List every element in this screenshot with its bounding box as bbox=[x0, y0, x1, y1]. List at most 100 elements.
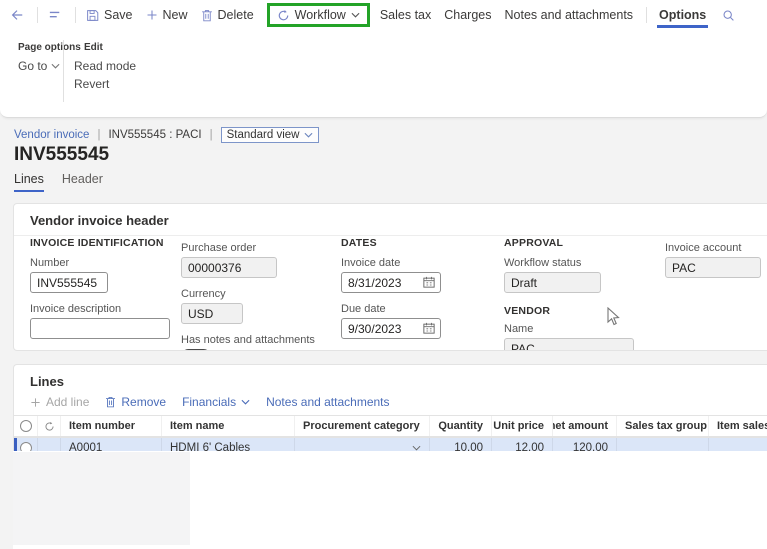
lines-menu-icon bbox=[49, 11, 60, 18]
invoice-identification-column: INVOICE IDENTIFICATION Number Invoice de… bbox=[30, 237, 170, 339]
has-notes-toggle[interactable] bbox=[181, 349, 211, 350]
number-input[interactable] bbox=[30, 272, 108, 293]
col-header-line-net-amount[interactable]: Line net amount bbox=[553, 416, 617, 436]
invoice-account-column: Invoice account bbox=[665, 242, 761, 278]
tab-header[interactable]: Header bbox=[62, 172, 103, 192]
vendor-name-field bbox=[504, 338, 634, 350]
page-title: INV555545 bbox=[14, 144, 110, 165]
bottom-left-panel bbox=[13, 452, 190, 545]
invoice-date-label: Invoice date bbox=[341, 257, 401, 269]
lines-grid-header-row: Item number Item name Procurement catego… bbox=[14, 415, 767, 437]
remove-line-button[interactable]: Remove bbox=[105, 395, 166, 409]
cell-line-net-amount[interactable]: 120.00 bbox=[553, 438, 617, 452]
toolbar-divider bbox=[75, 7, 76, 23]
go-to-menu-button[interactable]: Go to bbox=[18, 59, 81, 73]
approval-vendor-column: APPROVAL Workflow status VENDOR Name bbox=[504, 237, 634, 350]
line-notes-attachments-label: Notes and attachments bbox=[266, 395, 390, 409]
number-label: Number bbox=[30, 257, 70, 269]
refresh-column-header[interactable] bbox=[38, 416, 61, 436]
select-all-circle-icon bbox=[19, 420, 32, 432]
trash-icon bbox=[201, 9, 212, 21]
chevron-down-icon bbox=[351, 12, 360, 18]
lines-grid-toolbar: Add line Remove Financials Notes and att… bbox=[14, 391, 767, 415]
new-button[interactable]: New bbox=[146, 8, 188, 22]
cell-sales-tax-group[interactable] bbox=[617, 438, 709, 452]
breadcrumb: Vendor invoice | INV555545 : PACI | Stan… bbox=[14, 127, 320, 143]
view-selector-dropdown[interactable]: Standard view bbox=[220, 127, 320, 143]
add-line-button[interactable]: Add line bbox=[30, 395, 89, 409]
view-selector-label: Standard view bbox=[226, 129, 300, 141]
table-row[interactable]: A0001 HDMI 6' Cables 10.00 12.00 120.00 bbox=[14, 437, 767, 452]
edit-group: Edit Read mode Revert bbox=[74, 42, 136, 91]
delete-button[interactable]: Delete bbox=[201, 8, 254, 22]
notes-attachments-button[interactable]: Notes and attachments bbox=[505, 8, 634, 22]
cell-item-name[interactable]: HDMI 6' Cables bbox=[162, 438, 295, 452]
add-line-label: Add line bbox=[46, 395, 90, 409]
col-header-unit-price[interactable]: Unit price bbox=[492, 416, 553, 436]
save-icon bbox=[87, 9, 99, 21]
revert-button[interactable]: Revert bbox=[74, 77, 136, 91]
col-header-quantity[interactable]: Quantity bbox=[430, 416, 492, 436]
invoice-identification-group-title: INVOICE IDENTIFICATION bbox=[30, 237, 164, 249]
workflow-status-label: Workflow status bbox=[504, 257, 582, 269]
tab-lines[interactable]: Lines bbox=[14, 172, 44, 192]
col-header-item-number[interactable]: Item number bbox=[61, 416, 162, 436]
select-all-column-header[interactable] bbox=[14, 416, 38, 436]
options-tab[interactable]: Options bbox=[657, 3, 709, 28]
invoice-account-label: Invoice account bbox=[665, 242, 742, 254]
search-icon bbox=[723, 10, 735, 21]
expand-action-pane-button[interactable] bbox=[48, 9, 62, 21]
approval-group-title: APPROVAL bbox=[504, 237, 564, 249]
edit-group-title: Edit bbox=[84, 42, 103, 53]
col-header-item-sales-tax-group[interactable]: Item sales tax group bbox=[709, 416, 767, 436]
calendar-icon[interactable] bbox=[423, 322, 435, 334]
plus-icon bbox=[147, 10, 156, 20]
toolbar-divider bbox=[37, 7, 38, 23]
breadcrumb-vendor-invoice-link[interactable]: Vendor invoice bbox=[14, 129, 89, 141]
search-button[interactable] bbox=[722, 9, 735, 22]
has-notes-label: Has notes and attachments bbox=[181, 334, 315, 346]
refresh-icon bbox=[44, 421, 54, 431]
currency-field bbox=[181, 303, 243, 324]
chevron-down-icon bbox=[51, 63, 60, 69]
cell-item-sales-tax-group[interactable] bbox=[709, 438, 767, 452]
mouse-cursor bbox=[607, 307, 620, 326]
invoice-account-field bbox=[665, 257, 761, 278]
sales-tax-button[interactable]: Sales tax bbox=[380, 8, 431, 22]
purchase-order-field bbox=[181, 257, 277, 278]
due-date-label: Due date bbox=[341, 303, 386, 315]
col-header-sales-tax-group[interactable]: Sales tax group bbox=[617, 416, 709, 436]
col-header-item-name[interactable]: Item name bbox=[162, 416, 295, 436]
save-button[interactable]: Save bbox=[86, 8, 133, 22]
financials-menu-button[interactable]: Financials bbox=[182, 395, 250, 409]
breadcrumb-separator: | bbox=[97, 129, 101, 141]
line-notes-attachments-button[interactable]: Notes and attachments bbox=[266, 395, 389, 409]
chevron-down-icon bbox=[241, 399, 250, 405]
save-label: Save bbox=[104, 8, 133, 22]
breadcrumb-separator: | bbox=[209, 129, 213, 141]
charges-label: Charges bbox=[444, 8, 492, 22]
read-mode-button[interactable]: Read mode bbox=[74, 59, 136, 73]
delete-label: Delete bbox=[217, 8, 254, 22]
page-options-group-title: Page options bbox=[18, 42, 81, 53]
currency-label: Currency bbox=[181, 288, 226, 300]
cell-item-number[interactable]: A0001 bbox=[61, 438, 162, 452]
workflow-label: Workflow bbox=[294, 8, 346, 22]
record-tabs: Lines Header bbox=[14, 172, 103, 192]
invoice-description-input[interactable] bbox=[30, 318, 170, 339]
back-button[interactable] bbox=[10, 8, 24, 22]
purchase-column: Purchase order Currency Has notes and at… bbox=[181, 242, 315, 350]
col-header-procurement-category[interactable]: Procurement category bbox=[295, 416, 430, 436]
row-select-cell[interactable] bbox=[14, 438, 38, 452]
dates-group-title: DATES bbox=[341, 237, 377, 249]
cell-quantity[interactable]: 10.00 bbox=[430, 438, 492, 452]
cell-unit-price[interactable]: 12.00 bbox=[492, 438, 553, 452]
notes-attachments-label: Notes and attachments bbox=[504, 8, 634, 22]
charges-button[interactable]: Charges bbox=[444, 8, 491, 22]
sales-tax-label: Sales tax bbox=[379, 8, 432, 22]
calendar-icon[interactable] bbox=[423, 276, 435, 288]
ribbon-group-divider bbox=[63, 40, 64, 102]
workflow-button[interactable]: Workflow bbox=[266, 3, 370, 27]
cell-procurement-category[interactable] bbox=[295, 438, 430, 452]
chevron-down-icon bbox=[304, 132, 313, 138]
